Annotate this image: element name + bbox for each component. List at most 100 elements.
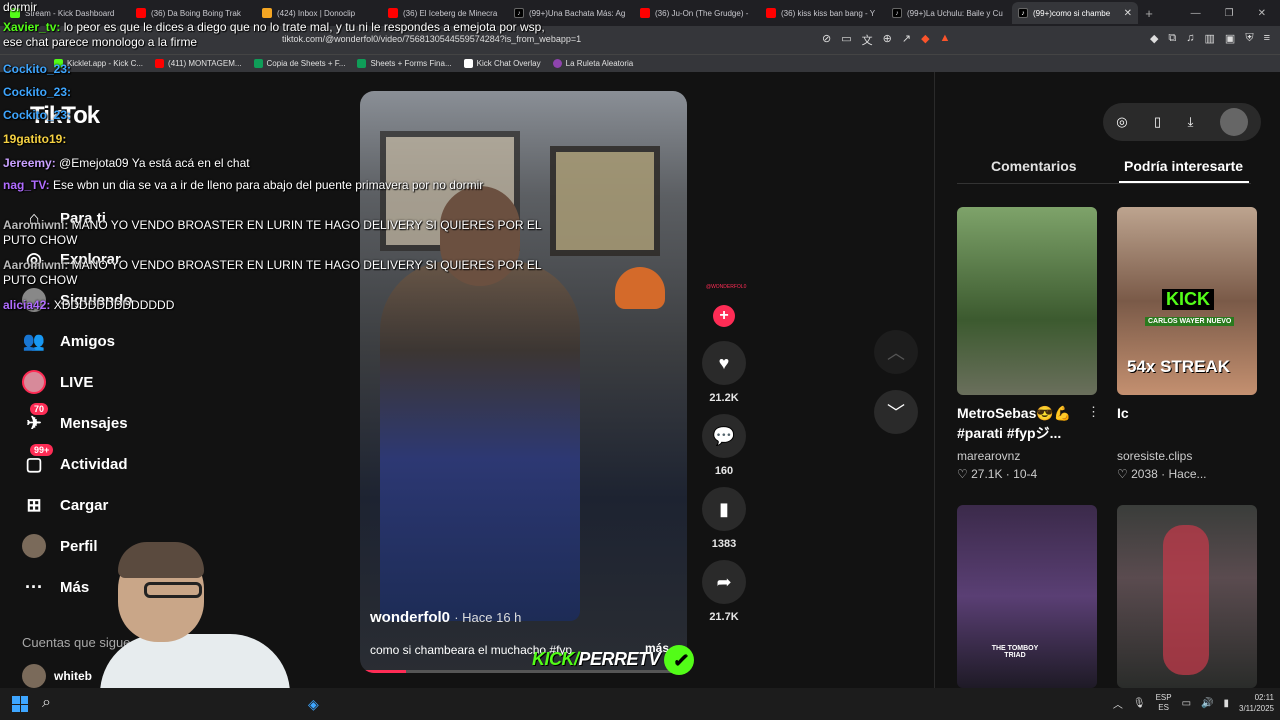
suggested-video-thumb[interactable] — [957, 207, 1097, 395]
sidebar-item-amigos[interactable]: 👥 Amigos — [22, 329, 115, 353]
volume-icon[interactable]: 🔊 — [1201, 698, 1213, 709]
tab-title: Stream - Kick Dashboard — [25, 8, 115, 18]
browser-tab[interactable]: (36) Ju-On (The Grudge) - — [634, 2, 760, 24]
chevron-up-icon: ︿ — [887, 343, 905, 363]
lang-top: ESP — [1155, 693, 1172, 702]
sidebar-icon[interactable]: ▥ — [1205, 32, 1215, 45]
likes-count: 27.1K — [971, 467, 1003, 481]
close-icon[interactable]: ✕ — [1124, 8, 1132, 19]
like-button[interactable]: ♥ 21.2K — [701, 341, 747, 404]
tab-comentarios[interactable]: Comentarios — [991, 158, 1077, 174]
comment-button[interactable]: 💬 160 — [701, 414, 747, 477]
share-icon[interactable]: ↗ — [902, 32, 911, 48]
media-icon[interactable]: ♫ — [1186, 32, 1194, 45]
bookmark[interactable]: Kick Chat Overlay — [463, 59, 541, 68]
bookmark[interactable]: Copia de Sheets + F... — [253, 59, 345, 68]
compass-icon[interactable]: ◎ — [1116, 114, 1127, 130]
suggested-video-thumb[interactable]: THE TOMBOY TRIAD — [957, 505, 1097, 688]
save-count: 1383 — [711, 538, 737, 550]
suggested-video-caption[interactable]: Ic — [1117, 403, 1257, 423]
puzzle-icon[interactable]: ⧉ — [1168, 32, 1176, 45]
bookmark[interactable]: Sheets + Forms Fina... — [357, 59, 452, 68]
sidebar-item-cargar[interactable]: ⊞ Cargar — [22, 493, 108, 517]
sidebar-item-mas[interactable]: ··· Más — [22, 575, 89, 599]
eye-off-icon[interactable]: ⊘ — [822, 32, 831, 48]
suggested-video-thumb[interactable] — [1117, 505, 1257, 688]
sidebar-item-perfil[interactable]: Perfil — [22, 534, 98, 558]
chat-text: MANO YO VENDO BROASTER EN LURIN TE HAGO … — [3, 258, 542, 287]
bookmark-label: Sheets + Forms Fina... — [370, 59, 452, 68]
minimize-icon[interactable]: — — [1191, 8, 1201, 19]
close-window-icon[interactable]: ✕ — [1258, 8, 1266, 19]
notification-badge: 70 — [30, 403, 49, 415]
suggested-account[interactable]: whiteb — [22, 664, 92, 688]
zoom-icon[interactable]: ⊕ — [883, 32, 892, 48]
friends-icon: 👥 — [22, 330, 46, 351]
chat-message: Aaromiwni: MANO YO VENDO BROASTER EN LUR… — [3, 258, 548, 288]
sidebar-item-label: LIVE — [60, 373, 94, 391]
wallet-icon[interactable]: ▣ — [1225, 32, 1235, 45]
system-tray: ︿ 🎙 ESP ES ▭ 🔊 ▮ 02:11 3/11/2025 — [1113, 692, 1274, 714]
bookmark[interactable]: (411) MONTAGEM... — [155, 59, 242, 68]
avatar[interactable] — [1219, 108, 1248, 136]
follow-button[interactable]: + — [713, 305, 735, 327]
browser-tab-active[interactable]: ♪ (99+)como si chambe ✕ — [1012, 2, 1138, 24]
translate-icon[interactable]: 文 — [862, 32, 873, 48]
windows-start-icon[interactable] — [12, 696, 28, 712]
chevron-up-icon[interactable]: ︿ — [1113, 696, 1123, 711]
browser-tab[interactable]: (36) kiss kiss ban bang - Y — [760, 2, 886, 24]
sidebar-item-actividad[interactable]: ▢ 99+ Actividad — [22, 444, 128, 476]
chat-username: Cockito_23: — [3, 62, 72, 76]
tab-podria-interesarte[interactable]: Podría interesarte — [1124, 158, 1243, 174]
more-options-icon[interactable]: ⋮ — [1087, 404, 1100, 420]
download-icon[interactable]: ⤓ — [1188, 114, 1194, 130]
tab-title: (36) Ju-On (The Grudge) - — [655, 8, 749, 18]
video-author[interactable]: wonderfol0 · Hace 16 h — [370, 609, 521, 626]
tab-favicon — [640, 8, 650, 18]
vpn-icon[interactable]: ⛨ — [1245, 32, 1253, 45]
bookmark[interactable]: La Ruleta Aleatoria — [552, 59, 633, 68]
previous-video-button[interactable]: ︿ — [874, 330, 918, 374]
video-time: · Hace 16 h — [454, 610, 522, 625]
chevron-down-icon: ﹀ — [887, 403, 905, 423]
thumb-text: CARLOS WAYER NUEVO — [1145, 317, 1235, 326]
maximize-icon[interactable]: ❐ — [1225, 8, 1234, 19]
sidebar-item-label: Cargar — [60, 496, 109, 514]
sidebar-item-label: Más — [60, 578, 90, 596]
live-icon — [22, 370, 46, 394]
sidebar-item-live[interactable]: LIVE — [22, 370, 93, 394]
sidebar-item-label: Actividad — [60, 455, 128, 473]
shield-icon[interactable]: ◆ — [921, 32, 929, 48]
language-indicator[interactable]: ESP ES — [1156, 693, 1172, 713]
suggested-video-user[interactable]: soresiste.clips — [1117, 449, 1192, 463]
suggested-video-caption[interactable]: MetroSebas😎💪 #parati #fypジ... — [957, 403, 1097, 443]
browser-tab[interactable]: ♪ (99+)La Uchulu: Baile y Cu — [886, 2, 1012, 24]
clock-date: 3/11/2025 — [1239, 704, 1274, 713]
extension-icon[interactable]: ◆ — [1150, 32, 1158, 45]
phone-icon[interactable]: ▯ — [1154, 114, 1161, 130]
save-button[interactable]: ▮ 1383 — [701, 487, 747, 550]
rewards-icon[interactable]: ▲ — [940, 32, 951, 48]
suggested-account-name: whiteb — [54, 669, 92, 683]
menu-icon[interactable]: ≡ — [1264, 32, 1270, 45]
kick-channel-name: PERRETV — [578, 648, 661, 669]
network-icon[interactable]: ▭ — [1182, 698, 1191, 709]
creator-avatar[interactable]: @WONDERFOL0 — [706, 284, 746, 290]
search-icon[interactable]: ⌕ — [42, 694, 51, 712]
clock[interactable]: 02:11 3/11/2025 — [1239, 692, 1274, 714]
suggested-video-user[interactable]: marearovnz — [957, 449, 1020, 463]
share-button[interactable]: ➦ 21.7K — [701, 560, 747, 623]
microphone-icon[interactable]: 🎙 — [1133, 698, 1146, 709]
tab-title: (36) Da Boing Boing Trak — [151, 8, 241, 18]
suggested-video-thumb[interactable]: KICK CARLOS WAYER NUEVO 54x STREAK — [1117, 207, 1257, 395]
verified-check-icon: ✓ — [664, 645, 695, 675]
chat-message: Cockito_23: — [3, 85, 71, 100]
chat-message: Jereemy: @Emejota09 Ya está acá en el ch… — [3, 156, 250, 171]
screen-icon[interactable]: ▭ — [841, 32, 851, 48]
sidebar-item-mensajes[interactable]: ✈ 70 Mensajes — [22, 403, 128, 435]
battery-icon[interactable]: ▮ — [1223, 698, 1229, 709]
chat-text: lo peor es que le dices a diego que no l… — [3, 20, 545, 49]
next-video-button[interactable]: ﹀ — [874, 390, 918, 434]
new-tab-button[interactable]: + — [1138, 6, 1160, 21]
app-icon[interactable]: ◈ — [308, 696, 319, 713]
